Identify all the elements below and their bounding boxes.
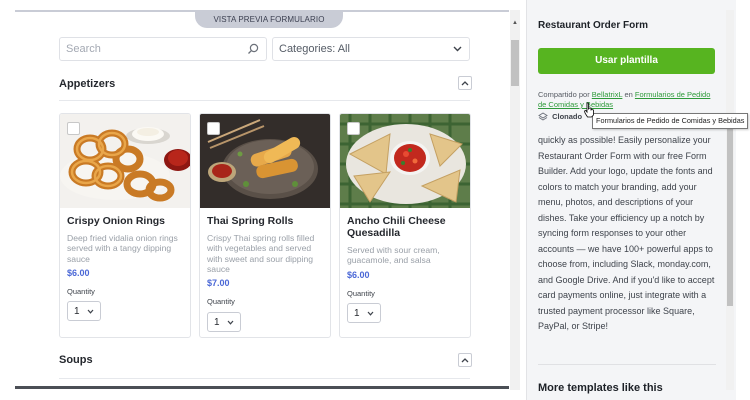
chevron-down-icon	[367, 311, 374, 316]
template-details-panel: Restaurant Order Form Usar plantilla Com…	[526, 0, 750, 400]
layers-icon	[538, 112, 548, 121]
chevron-down-icon	[453, 46, 462, 52]
collapse-appetizers-button[interactable]	[458, 76, 472, 90]
cloned-label: Clonado	[552, 112, 583, 121]
quantity-select[interactable]: 1	[347, 303, 381, 323]
scroll-up-arrow-icon[interactable]: ▲	[512, 20, 518, 26]
item-select-checkbox[interactable]	[67, 122, 80, 135]
menu-item-card: Thai Spring Rolls Crispy Thai spring rol…	[199, 113, 331, 338]
cloned-count: Clonado	[538, 112, 582, 122]
section-title-soups: Soups	[59, 354, 93, 366]
chevron-down-icon	[87, 309, 94, 314]
quantity-value: 1	[214, 317, 220, 328]
item-name: Ancho Chili Cheese Quesadilla	[347, 215, 446, 239]
template-title: Restaurant Order Form	[538, 20, 649, 31]
item-select-checkbox[interactable]	[347, 122, 360, 135]
window-edge	[736, 0, 750, 400]
item-description: Served with sour cream, guacamole, and s…	[347, 245, 440, 266]
horizontal-scrollbar[interactable]	[15, 386, 509, 389]
category-label: Categories:	[279, 43, 336, 55]
quantity-select[interactable]: 1	[207, 312, 241, 332]
quantity-label: Quantity	[207, 297, 235, 306]
search-placeholder: Search	[66, 43, 101, 55]
panel-divider	[538, 364, 716, 365]
item-name: Crispy Onion Rings	[67, 215, 166, 227]
category-select[interactable]: Categories: All	[272, 37, 470, 61]
quantity-value: 1	[74, 306, 80, 317]
search-input[interactable]: Search	[59, 37, 267, 61]
panel-scrollbar-thumb[interactable]	[727, 120, 733, 306]
shared-middle: en	[624, 90, 633, 99]
shared-prefix: Compartido por	[538, 90, 590, 99]
template-description: quickly as possible! Easily personalize …	[538, 135, 715, 331]
chevron-up-icon	[461, 358, 469, 363]
scrollbar-thumb[interactable]	[511, 40, 519, 86]
search-icon[interactable]	[247, 43, 259, 55]
hand-cursor-icon	[584, 102, 594, 118]
chevron-up-icon	[461, 81, 469, 86]
menu-item-card: Crispy Onion Rings Deep fried vidalia on…	[59, 113, 191, 338]
quantity-value: 1	[354, 308, 360, 319]
section-divider	[59, 378, 470, 379]
item-description: Crispy Thai spring rolls filled with veg…	[207, 233, 315, 274]
item-select-checkbox[interactable]	[207, 122, 220, 135]
quantity-label: Quantity	[67, 287, 95, 296]
item-price: $6.00	[347, 270, 370, 280]
item-price: $7.00	[207, 278, 230, 288]
item-price: $6.00	[67, 268, 90, 278]
menu-item-card: Ancho Chili Cheese Quesadilla Served wit…	[339, 113, 471, 338]
collapse-soups-button[interactable]	[458, 353, 472, 367]
section-title-appetizers: Appetizers	[59, 78, 116, 90]
chevron-down-icon	[227, 320, 234, 325]
quantity-select[interactable]: 1	[67, 301, 101, 321]
preview-scrollbar[interactable]: ▲	[510, 10, 520, 390]
form-preview-pane: VISTA PREVIA FORMULARIO Search Categorie…	[0, 0, 510, 390]
item-description: Deep fried vidalia onion rings served wi…	[67, 233, 178, 264]
item-name: Thai Spring Rolls	[207, 215, 294, 227]
author-link[interactable]: BellatrixL	[592, 90, 623, 99]
panel-scrollbar[interactable]	[726, 10, 734, 390]
category-value: All	[337, 43, 350, 55]
preview-tab: VISTA PREVIA FORMULARIO	[195, 11, 343, 28]
category-tooltip: Formularios de Pedido de Comidas y Bebid…	[592, 113, 749, 129]
more-templates-heading: More templates like this	[538, 382, 663, 394]
quantity-label: Quantity	[347, 289, 375, 298]
section-divider	[59, 100, 470, 101]
shared-by-text: Compartido por BellatrixL en Formularios…	[538, 90, 713, 110]
use-template-button[interactable]: Usar plantilla	[538, 48, 715, 74]
